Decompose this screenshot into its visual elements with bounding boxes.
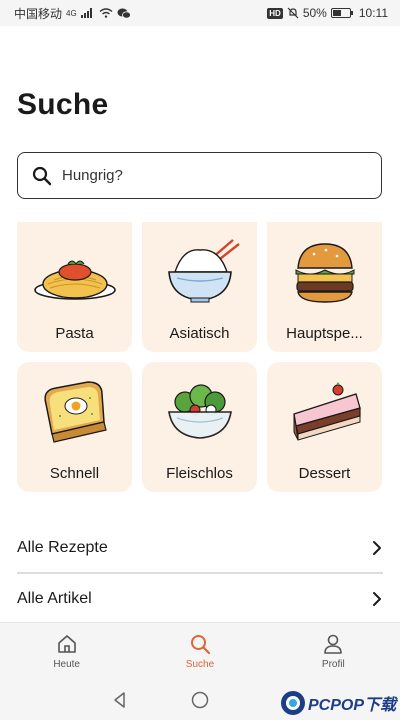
- hd-icon: HD: [267, 7, 283, 19]
- bottom-nav: Heute Suche Profil: [0, 622, 400, 679]
- all-recipes-link[interactable]: Alle Rezepte: [17, 524, 383, 572]
- cake-icon: [292, 382, 361, 441]
- search-box[interactable]: [17, 152, 382, 199]
- salad-icon: [167, 384, 232, 439]
- nav-label: Heute: [53, 658, 80, 670]
- rice-bowl-icon: [167, 239, 240, 303]
- status-bar: 中国移动 4G HD 50% 10:11: [0, 0, 400, 26]
- chevron-right-icon: [373, 592, 381, 606]
- battery-percent: 50%: [302, 6, 327, 20]
- back-icon[interactable]: [111, 691, 129, 709]
- nav-item-heute[interactable]: Heute: [17, 633, 117, 670]
- category-label: Fleischlos: [166, 465, 233, 482]
- clock: 10:11: [358, 6, 388, 20]
- category-label: Pasta: [55, 325, 94, 342]
- category-label: Asiatisch: [169, 325, 230, 342]
- signal-icon: [80, 8, 92, 18]
- home-icon: [57, 634, 76, 653]
- category-tile-schnell[interactable]: Schnell: [17, 362, 132, 492]
- status-left: 中国移动 4G: [14, 5, 131, 22]
- all-articles-link[interactable]: Alle Artikel: [17, 575, 383, 623]
- category-tile-hauptspeise[interactable]: Hauptspe...: [267, 222, 382, 352]
- toast-icon: [43, 381, 107, 443]
- status-right: HD 50% 10:11: [267, 6, 388, 20]
- battery-icon: [330, 8, 353, 18]
- search-icon: [190, 634, 211, 654]
- category-tile-fleischlos[interactable]: Fleischlos: [142, 362, 257, 492]
- watermark: PCPOP下载: [280, 690, 396, 716]
- nav-item-profil[interactable]: Profil: [283, 633, 383, 670]
- category-label: Hauptspe...: [286, 325, 363, 342]
- wifi-icon: [99, 8, 113, 18]
- search-icon: [32, 166, 52, 185]
- page-title: Suche: [17, 88, 109, 121]
- carrier-name: 中国移动: [14, 6, 63, 21]
- search-input[interactable]: [62, 167, 342, 184]
- all-articles-label: Alle Artikel: [17, 590, 92, 607]
- nav-label: Profil: [321, 658, 345, 670]
- network-type: 4G: [66, 8, 77, 18]
- all-recipes-label: Alle Rezepte: [17, 539, 108, 556]
- watermark-text: PCPOP下载: [307, 697, 396, 714]
- category-label: Dessert: [298, 465, 351, 482]
- category-tile-asiatisch[interactable]: Asiatisch: [142, 222, 257, 352]
- chevron-right-icon: [373, 541, 381, 555]
- nav-label: Suche: [185, 658, 215, 670]
- profile-icon: [324, 634, 343, 654]
- category-tile-pasta[interactable]: Pasta: [17, 222, 132, 352]
- pasta-icon: [33, 260, 116, 300]
- burger-icon: [295, 243, 354, 303]
- category-tile-dessert[interactable]: Dessert: [267, 362, 382, 492]
- list-divider: [17, 572, 383, 574]
- category-grid: Pasta Asiatisch Hauptspe... Schnell Flei…: [17, 222, 383, 492]
- pcpop-logo-icon: [280, 691, 305, 715]
- home-button-icon[interactable]: [191, 691, 209, 709]
- wechat-icon: [117, 8, 131, 19]
- category-label: Schnell: [49, 465, 100, 482]
- nav-item-suche[interactable]: Suche: [150, 633, 250, 670]
- mute-bell-icon: [287, 7, 299, 19]
